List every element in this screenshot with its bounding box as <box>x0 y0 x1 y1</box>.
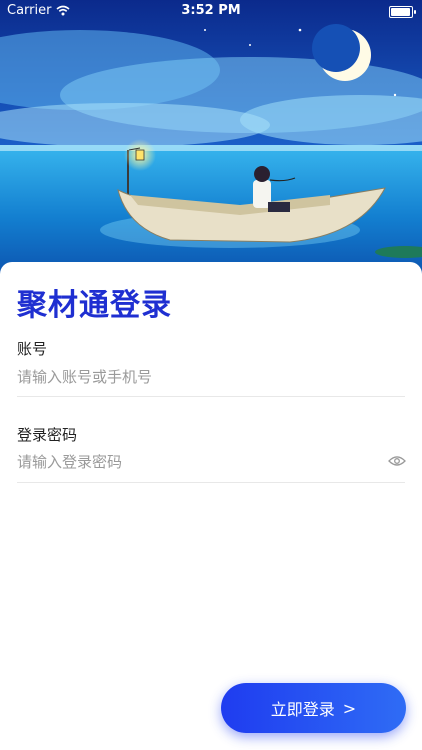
password-divider <box>17 482 405 483</box>
password-label: 登录密码 <box>17 426 78 444</box>
battery-icon <box>389 6 416 18</box>
status-time: 3:52 PM <box>181 3 241 18</box>
account-label: 账号 <box>17 340 48 358</box>
account-divider <box>17 396 405 397</box>
login-button-label: 立即登录 <box>270 700 335 719</box>
login-button[interactable]: 立即登录 > <box>221 683 406 733</box>
password-input[interactable] <box>17 449 357 475</box>
page-title: 聚材通登录 <box>17 288 172 323</box>
login-card: 聚材通登录 账号 登录密码 <box>0 262 422 750</box>
hero-illustration <box>0 0 422 290</box>
chevron-right-icon: > <box>342 698 357 718</box>
status-bar: Carrier 3:52 PM <box>0 0 422 22</box>
eye-icon[interactable] <box>388 455 406 467</box>
account-input[interactable] <box>17 364 377 390</box>
